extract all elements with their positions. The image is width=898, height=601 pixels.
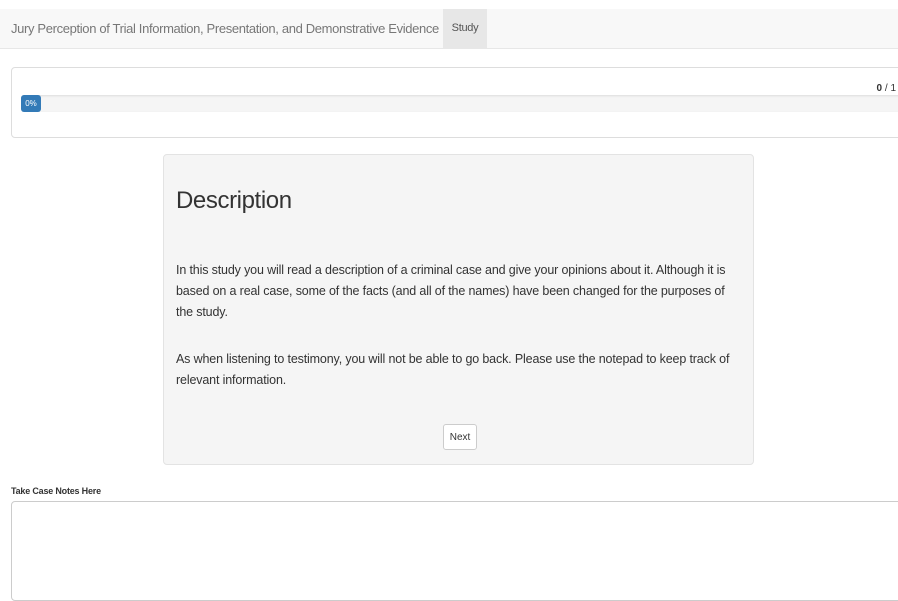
progress-bar: 0% <box>21 95 898 112</box>
study-title-brand[interactable]: Jury Perception of Trial Information, Pr… <box>11 21 439 36</box>
progress-counter: 0 / 1 <box>877 83 896 94</box>
description-paragraph-2: As when listening to testimony, you will… <box>176 352 730 387</box>
top-navbar: Jury Perception of Trial Information, Pr… <box>0 9 898 49</box>
next-button[interactable]: Next <box>443 424 477 450</box>
notes-label: Take Case Notes Here <box>11 486 101 496</box>
progress-total: 1 <box>890 83 896 94</box>
card-title: Description <box>176 187 292 214</box>
case-notes-textarea[interactable] <box>11 501 898 601</box>
progress-bar-fill: 0% <box>21 95 41 112</box>
progress-panel: 0 / 1 0% <box>11 67 898 138</box>
description-paragraph-1: In this study you will read a descriptio… <box>176 263 726 319</box>
tab-study[interactable]: Study <box>443 9 487 48</box>
description-card: Description In this study you will read … <box>163 154 754 465</box>
